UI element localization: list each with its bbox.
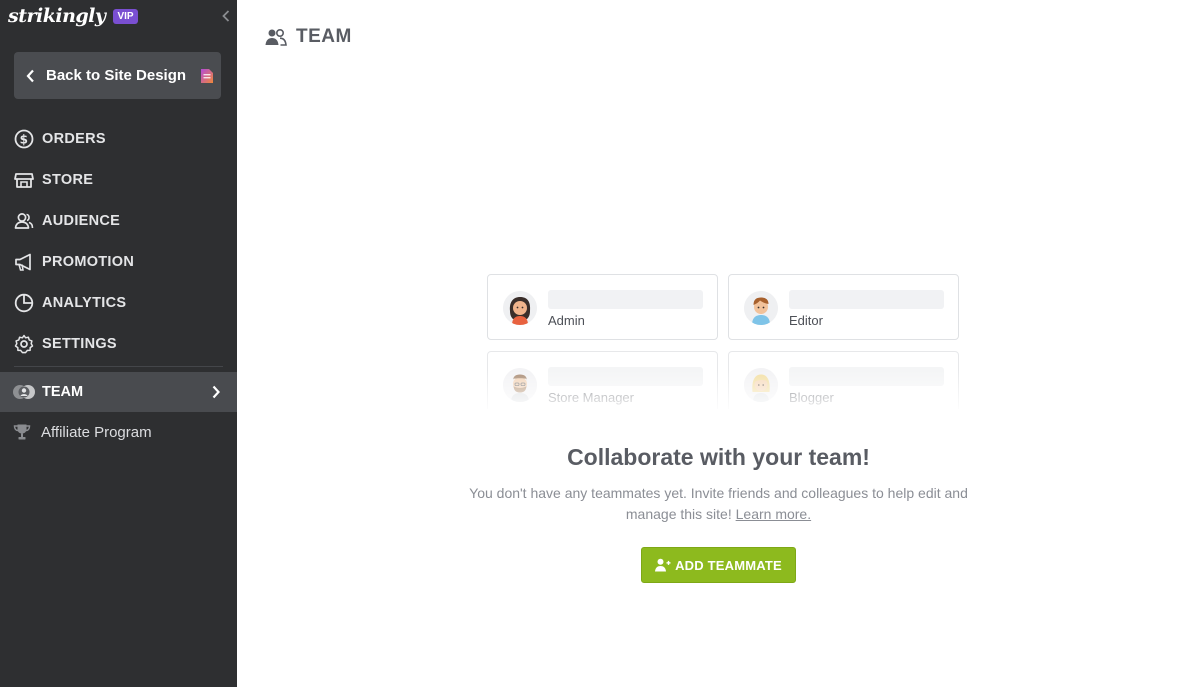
sidebar-item-analytics[interactable]: ANALYTICS (0, 282, 237, 323)
role-card-blogger: Blogger (728, 351, 959, 417)
chevron-left-icon (222, 10, 230, 22)
collapse-sidebar-button[interactable] (218, 8, 234, 24)
svg-text:$: $ (20, 132, 29, 146)
sidebar-item-label: Affiliate Program (41, 423, 152, 441)
cards-bottom-mask (487, 409, 961, 417)
admin-avatar (503, 291, 537, 325)
people-icon (14, 211, 34, 231)
brand-name: strikingly (8, 5, 106, 27)
megaphone-icon (14, 252, 34, 272)
sidebar-item-affiliate-program[interactable]: Affiliate Program (0, 412, 237, 452)
learn-more-link[interactable]: Learn more. (736, 506, 811, 522)
dollar-circle-icon: $ (14, 129, 34, 149)
storefront-icon (14, 170, 34, 190)
editor-avatar (744, 291, 778, 325)
store-manager-avatar (503, 368, 537, 402)
vip-badge: VIP (113, 8, 138, 24)
sidebar-item-label: ORDERS (42, 130, 106, 147)
sidebar-item-orders[interactable]: $ ORDERS (0, 118, 237, 159)
team-role-preview: Admin Editor Store Manager Blogger (487, 274, 961, 417)
placeholder-bar (548, 290, 703, 309)
empty-state-description: You don't have any teammates yet. Invite… (467, 483, 970, 525)
sidebar-item-label: ANALYTICS (42, 294, 127, 311)
sidebar-item-store[interactable]: STORE (0, 159, 237, 200)
gear-icon (14, 334, 34, 354)
team-icon (12, 382, 36, 402)
sidebar-item-label: STORE (42, 171, 94, 188)
blogger-avatar (744, 368, 778, 402)
chevron-right-icon (212, 385, 220, 399)
sidebar-nav: $ ORDERS STORE AUDIENCE PROMOTION ANALYT… (0, 118, 237, 364)
placeholder-bar (789, 367, 944, 386)
sidebar-item-label: AUDIENCE (42, 212, 121, 229)
app-root: strikingly VIP Back to Site Design $ ORD… (0, 0, 1200, 687)
role-label: Admin (548, 313, 585, 328)
role-card-editor: Editor (728, 274, 959, 340)
add-teammate-label: ADD TEAMMATE (675, 557, 782, 573)
team-icon (265, 27, 287, 47)
back-to-site-design-button[interactable]: Back to Site Design (14, 52, 221, 99)
role-card-store-manager: Store Manager (487, 351, 718, 417)
empty-state-headline: Collaborate with your team! (567, 444, 870, 470)
role-label: Store Manager (548, 390, 634, 405)
role-label: Blogger (789, 390, 834, 405)
sidebar: strikingly VIP Back to Site Design $ ORD… (0, 0, 237, 687)
nav-divider (14, 366, 223, 367)
add-teammate-button[interactable]: ADD TEAMMATE (641, 547, 796, 583)
trophy-icon (12, 422, 32, 442)
sidebar-item-promotion[interactable]: PROMOTION (0, 241, 237, 282)
brand-logo[interactable]: strikingly VIP (8, 4, 138, 28)
role-label: Editor (789, 313, 823, 328)
sidebar-item-audience[interactable]: AUDIENCE (0, 200, 237, 241)
pie-chart-icon (14, 293, 34, 313)
sidebar-item-label: TEAM (42, 384, 84, 400)
sidebar-item-label: SETTINGS (42, 335, 117, 352)
page-header: TEAM (265, 26, 352, 48)
site-page-icon (200, 68, 214, 84)
main-content: TEAM Admin Editor Store Manager Blogger … (237, 0, 1200, 687)
role-card-admin: Admin (487, 274, 718, 340)
placeholder-bar (548, 367, 703, 386)
sidebar-item-settings[interactable]: SETTINGS (0, 323, 237, 364)
placeholder-bar (789, 290, 944, 309)
sidebar-item-team[interactable]: TEAM (0, 372, 237, 412)
add-user-icon (655, 558, 671, 572)
page-title: TEAM (296, 26, 352, 47)
empty-state-text: You don't have any teammates yet. Invite… (469, 485, 968, 522)
sidebar-item-label: PROMOTION (42, 253, 135, 270)
chevron-left-icon (26, 69, 38, 83)
back-to-site-design-label: Back to Site Design (46, 67, 187, 84)
